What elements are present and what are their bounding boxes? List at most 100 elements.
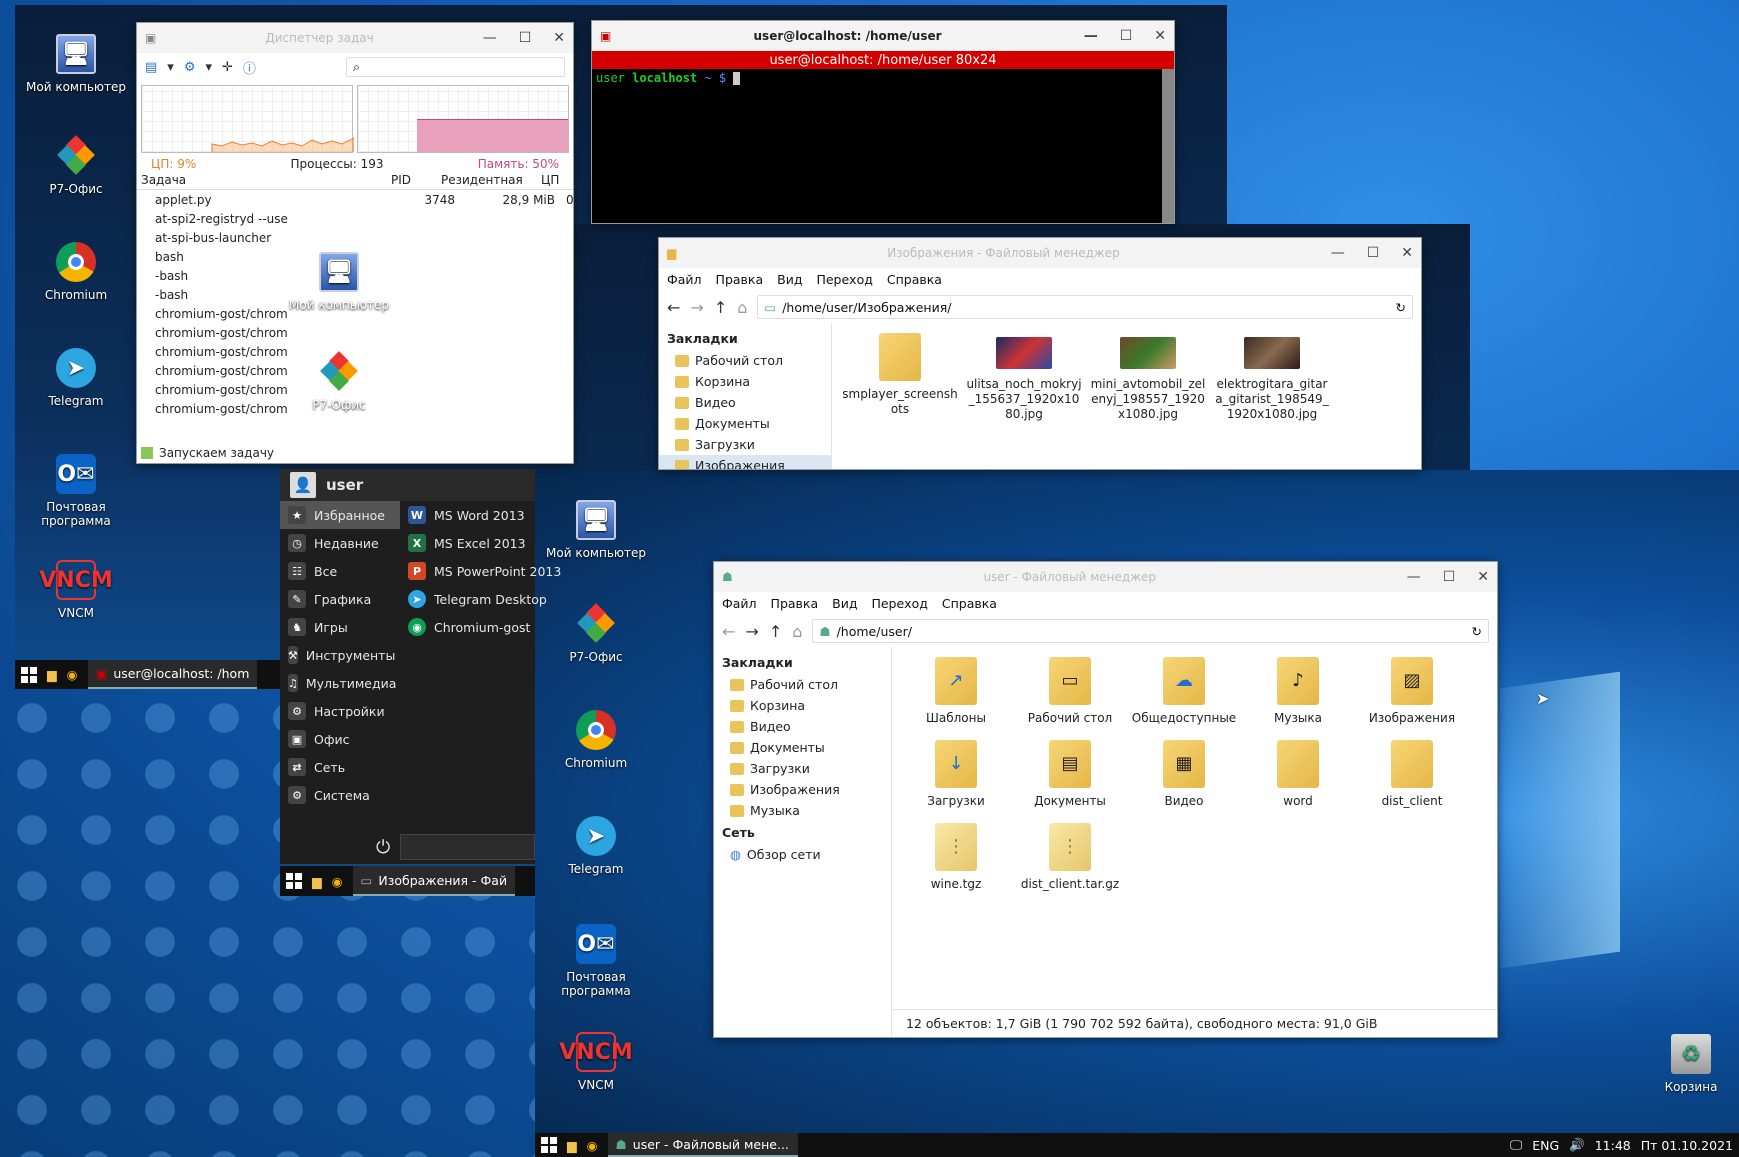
terminal-titlebar[interactable]: ▣ user@localhost: /home/user — ☐ ✕ (592, 21, 1174, 51)
file-item[interactable]: ↓ Загрузки (902, 740, 1010, 809)
forward-icon[interactable]: → (745, 622, 758, 641)
column-cpu[interactable]: ЦП (541, 173, 571, 187)
desktop-icon-telegram[interactable]: ➤ Telegram (541, 816, 651, 876)
clock-time[interactable]: 11:48 (1595, 1138, 1631, 1153)
column-task[interactable]: Задача (141, 173, 391, 187)
menu-item[interactable]: Вид (832, 596, 857, 611)
folder-icon[interactable]: ▆ (47, 667, 57, 682)
desktop-icon-vncm[interactable]: VNCM VNCM (21, 560, 131, 620)
terminal-output[interactable]: user localhost ~ $ (592, 69, 1174, 87)
file-item[interactable]: ⋮ dist_client.tar.gz (1016, 823, 1124, 892)
close-icon[interactable]: ✕ (1401, 245, 1413, 261)
fm-images-titlebar[interactable]: ▆ Изображения - Файловый менеджер — ☐ ✕ (659, 238, 1421, 268)
start-category[interactable]: ✎ Графика (280, 585, 400, 613)
chevron-down-icon[interactable]: ▾ (205, 60, 212, 75)
table-row[interactable]: at-spi2-registryd --use (137, 209, 573, 228)
back-icon[interactable]: ← (667, 298, 680, 317)
view-icon[interactable]: ▤ (145, 60, 157, 75)
sidebar-item[interactable]: ◍ Обзор сети (714, 844, 891, 865)
menu-item[interactable]: Переход (871, 596, 927, 611)
sidebar-item[interactable]: Рабочий стол (714, 674, 891, 695)
start-category[interactable]: ▣ Офис (280, 725, 400, 753)
file-item[interactable]: ▦ Видео (1130, 740, 1238, 809)
keyboard-layout[interactable]: ENG (1532, 1138, 1559, 1153)
start-app[interactable]: P MS PowerPoint 2013 (404, 557, 569, 585)
back-icon[interactable]: ← (722, 622, 735, 641)
close-icon[interactable]: ✕ (553, 30, 565, 46)
table-row[interactable]: applet.py 3748 28,9 MiB 0% (137, 190, 573, 209)
sidebar-item[interactable]: Музыка (714, 800, 891, 821)
sidebar-item[interactable]: Корзина (714, 695, 891, 716)
desktop-icon-r7[interactable]: Р7-Офис (21, 135, 131, 196)
menu-item[interactable]: Файл (722, 596, 757, 611)
start-category[interactable]: ◷ Недавние (280, 529, 400, 557)
path-field[interactable]: ☗ /home/user/ ↻ (812, 619, 1489, 643)
clock-date[interactable]: Пт 01.10.2021 (1641, 1138, 1733, 1153)
maximize-icon[interactable]: ☐ (1443, 569, 1456, 585)
taskbar-task-fm-home[interactable]: ☗ user - Файловый мене... (607, 1133, 798, 1157)
chromium-icon[interactable]: ◉ (332, 874, 343, 889)
file-item[interactable]: mini_avtomobil_zelenyj_198557_1920x1080.… (1090, 333, 1206, 422)
power-icon[interactable]: ⏻ (376, 837, 390, 858)
file-item[interactable]: dist_client (1358, 740, 1466, 809)
column-pid[interactable]: PID (391, 173, 441, 187)
fm-home-titlebar[interactable]: ☗ user - Файловый менеджер — ☐ ✕ (714, 562, 1497, 592)
desktop-icon-trash[interactable]: ♻ Корзина (1636, 1034, 1739, 1094)
refresh-icon[interactable]: ↻ (1396, 300, 1406, 315)
up-icon[interactable]: ↑ (769, 622, 782, 641)
file-item[interactable]: smplayer_screenshots (842, 333, 958, 422)
start-menu-search[interactable] (400, 834, 535, 860)
file-item[interactable]: ⋮ wine.tgz (902, 823, 1010, 892)
start-category[interactable]: ♞ Игры (280, 613, 400, 641)
start-category[interactable]: ⚙ Система (280, 781, 400, 809)
info-icon[interactable]: ⓘ (243, 58, 256, 77)
desktop-icon-vncm[interactable]: VNCM VNCM (541, 1032, 651, 1092)
file-item[interactable]: ♪ Музыка (1244, 657, 1352, 726)
taskbar-task-terminal[interactable]: ▣ user@localhost: /hom (87, 660, 258, 689)
start-category[interactable]: ★ Избранное (280, 501, 400, 529)
start-icon[interactable] (286, 873, 302, 889)
file-item[interactable]: ↗ Шаблоны (902, 657, 1010, 726)
desktop-icon-computer[interactable]: 🖥 Мой компьютер (284, 252, 394, 312)
taskbar-task-images[interactable]: ▭ Изображения - Фай (352, 866, 516, 896)
chromium-icon[interactable]: ◉ (587, 1138, 598, 1153)
refresh-icon[interactable]: ↻ (1472, 624, 1482, 639)
path-field[interactable]: ▭ /home/user/Изображения/ ↻ (757, 295, 1413, 319)
menu-item[interactable]: Правка (716, 272, 764, 287)
chevron-down-icon[interactable]: ▾ (167, 60, 174, 75)
menu-item[interactable]: Справка (887, 272, 942, 287)
task-manager-titlebar[interactable]: ▣ Диспетчер задач — ☐ ✕ (137, 23, 573, 53)
start-category[interactable]: ⇄ Сеть (280, 753, 400, 781)
desktop-icon-r7[interactable]: Р7-Офис (284, 351, 394, 412)
desktop-icon-mail[interactable]: O✉ Почтовая программа (541, 924, 651, 998)
menu-item[interactable]: Вид (777, 272, 802, 287)
desktop-icon-computer[interactable]: 🖥 Мой компьютер (541, 500, 651, 560)
sidebar-item[interactable]: Документы (659, 413, 831, 434)
sidebar-item[interactable]: Видео (714, 716, 891, 737)
file-item[interactable]: word (1244, 740, 1352, 809)
home-icon[interactable]: ⌂ (792, 622, 802, 641)
folder-icon[interactable]: ▆ (312, 874, 322, 889)
minimize-icon[interactable]: — (1084, 28, 1098, 44)
folder-icon[interactable]: ▆ (567, 1138, 577, 1153)
start-icon[interactable] (21, 666, 37, 683)
terminal-tab[interactable]: user@localhost: /home/user 80x24 (592, 51, 1174, 69)
maximize-icon[interactable]: ☐ (1367, 245, 1380, 261)
menu-item[interactable]: Переход (816, 272, 872, 287)
sidebar-item[interactable]: Корзина (659, 371, 831, 392)
chromium-icon[interactable]: ◉ (67, 667, 78, 682)
forward-icon[interactable]: → (690, 298, 703, 317)
minimize-icon[interactable]: — (1407, 569, 1421, 585)
up-icon[interactable]: ↑ (714, 298, 727, 317)
column-resident[interactable]: Резидентная (441, 173, 541, 187)
menu-item[interactable]: Файл (667, 272, 702, 287)
close-icon[interactable]: ✕ (1154, 28, 1166, 44)
desktop-icon-chromium[interactable]: Chromium (21, 242, 131, 302)
table-row[interactable]: chromium-gost/chrom (137, 323, 573, 342)
start-menu-user[interactable]: 👤 user (280, 469, 535, 501)
maximize-icon[interactable]: ☐ (519, 30, 532, 46)
start-category[interactable]: ⚒ Инструменты (280, 641, 400, 669)
desktop-icon-mail[interactable]: O✉ Почтовая программа (21, 454, 131, 528)
sidebar-item[interactable]: Изображения (659, 455, 831, 469)
crosshair-icon[interactable]: ✛ (222, 60, 233, 75)
